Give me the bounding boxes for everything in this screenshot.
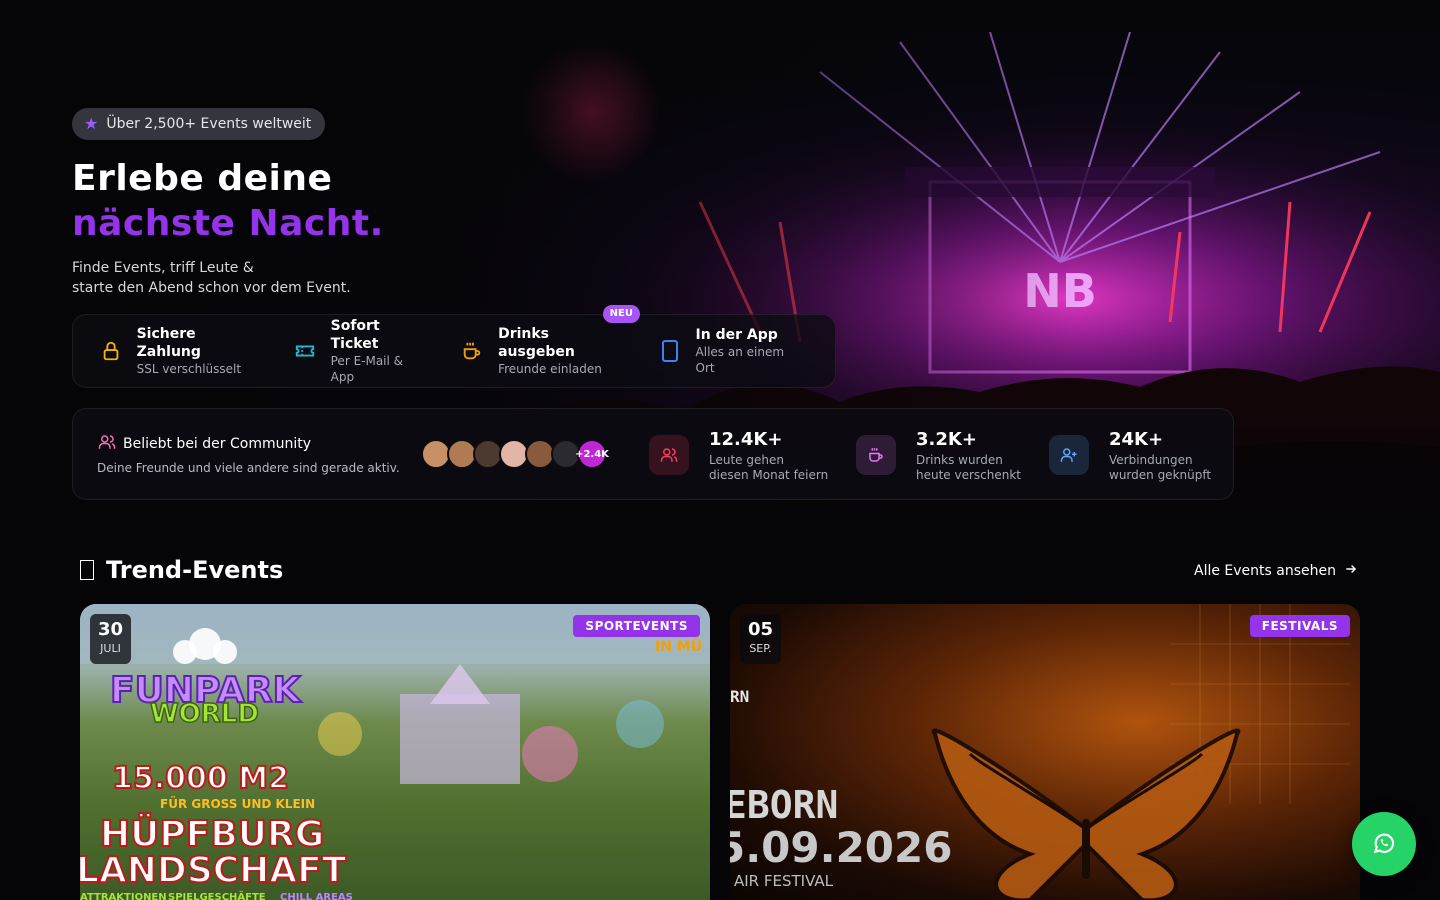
card-art-text: HÜPFBURG [100,813,324,855]
stat-label-line2: diesen Monat feiern [709,468,829,482]
feature-title: Drinks ausgeben [498,326,575,360]
phone-icon [658,339,682,363]
all-events-link[interactable]: Alle Events ansehen [1194,562,1358,580]
card-art-text: LANDSCHAFT [80,850,347,891]
event-category-badge: SPORTEVENTS [573,615,700,637]
stat-connections: 24K+ Verbindungen wurden geknüpft [1049,429,1211,483]
feature-subtitle: Alles an einem Ort [695,345,785,375]
all-events-label: Alle Events ansehen [1194,563,1336,579]
event-day: 05 [747,619,774,640]
community-subtitle: Deine Freunde und viele andere sind gera… [97,461,400,475]
feature-bar: Sichere Zahlung SSL verschlüsselt Sofort… [72,305,836,388]
community-title: Beliebt bei der Community [123,436,312,452]
feature-title: In der App [695,327,778,343]
avatar-stack: +2.4K [421,439,609,469]
users-icon [97,433,117,455]
whatsapp-icon [1371,830,1397,859]
events-count-label: Über 2,500+ Events weltweit [106,116,312,132]
coffee-cup-icon [460,339,484,363]
whatsapp-chat-button[interactable] [1352,812,1416,876]
ticket-icon [293,339,317,363]
card-art-text: AIR FESTIVAL [734,872,834,890]
card-art-text: IN MÜ [655,637,702,655]
event-date-chip: 30 JULI [90,614,131,664]
feature-subtitle: Freunde einladen [498,362,602,376]
hero-section: NB ★ Über 2,500+ Events weltweit Erlebe … [0,32,1440,544]
card-art-text: RN [730,687,749,706]
top-bar [0,0,1440,32]
star-icon: ★ [84,114,99,133]
stat-drinks-gifted: 3.2K+ Drinks wurden heute verschenkt [856,429,1021,483]
card-art-text: FÜR GROSS UND KLEIN [160,796,315,811]
card-art-text: CHILL AREAS [280,892,353,900]
event-card[interactable]: FUNPARK WORLD 15.000 M2 FÜR GROSS UND KL… [80,604,710,900]
new-badge: NEU [602,305,640,323]
hero-headline-line1: Erlebe deine [72,158,333,199]
lock-icon [99,339,123,363]
card-art-text: ATTRAKTIONEN [80,892,167,900]
arrow-right-icon [1344,562,1358,580]
feature-secure-payment: Sichere Zahlung SSL verschlüsselt [99,325,263,377]
event-card-image: EBORN 5.09.2026 AIR FESTIVAL RN [730,604,1350,900]
feature-buy-drinks: Drinks ausgeben Freunde einladen NEU [460,305,640,377]
hero-subtitle-line1: Finde Events, triff Leute & [72,260,254,276]
feature-title: Sofort Ticket [330,318,380,352]
user-plus-icon [1049,435,1089,475]
stat-party-goers: 12.4K+ Leute gehen diesen Monat feiern [649,429,828,483]
stat-value: 24K+ [1109,429,1164,450]
events-count-pill: ★ Über 2,500+ Events weltweit [72,108,326,140]
stat-value: 3.2K+ [916,429,977,450]
community-panel: Beliebt bei der Community Deine Freunde … [72,408,1234,500]
feature-subtitle: Per E-Mail & App [330,354,404,384]
card-art-text: 15.000 M2 [112,761,289,796]
event-month: JULI [100,642,121,655]
stat-label-line2: wurden geknüpft [1109,468,1212,482]
event-date-chip: 05 SEP. [740,614,781,664]
hero-headline-line2: nächste Nacht. [72,203,384,244]
event-card[interactable]: EBORN 5.09.2026 AIR FESTIVAL RN 05 SEP. … [730,604,1360,900]
feature-in-app: In der App Alles an einem Ort [658,326,805,376]
event-category-badge: FESTIVALS [1249,615,1350,637]
feature-title: Sichere Zahlung [136,326,201,360]
coffee-cup-icon [856,435,896,475]
hero-subtitle-line2: starte den Abend schon vor dem Event. [72,280,351,296]
event-day: 30 [97,619,124,640]
feature-subtitle: SSL verschlüsselt [136,362,242,376]
users-icon [649,435,689,475]
stat-label-line1: Leute gehen [709,453,784,467]
event-card-image: FUNPARK WORLD 15.000 M2 FÜR GROSS UND KL… [80,604,710,900]
stat-value: 12.4K+ [709,429,783,450]
hero-subtitle: Finde Events, triff Leute & starte den A… [72,258,392,298]
stat-label-line1: Verbindungen [1109,453,1193,467]
avatar-more-count: +2.4K [575,439,609,469]
card-art-text: 5.09.2026 [730,823,952,872]
fire-icon [80,560,94,580]
card-art-text: WORLD [150,699,259,729]
trend-events-title: Trend-Events [106,556,284,584]
card-art-text: EBORN [730,783,838,827]
event-month: SEP. [749,642,772,655]
hero-headline: Erlebe deine nächste Nacht. [72,156,384,246]
stat-label-line1: Drinks wurden [916,453,1003,467]
stat-label-line2: heute verschenkt [916,468,1022,482]
trend-events-header: Trend-Events [80,556,283,584]
feature-instant-ticket: Sofort Ticket Per E-Mail & App [293,317,430,385]
